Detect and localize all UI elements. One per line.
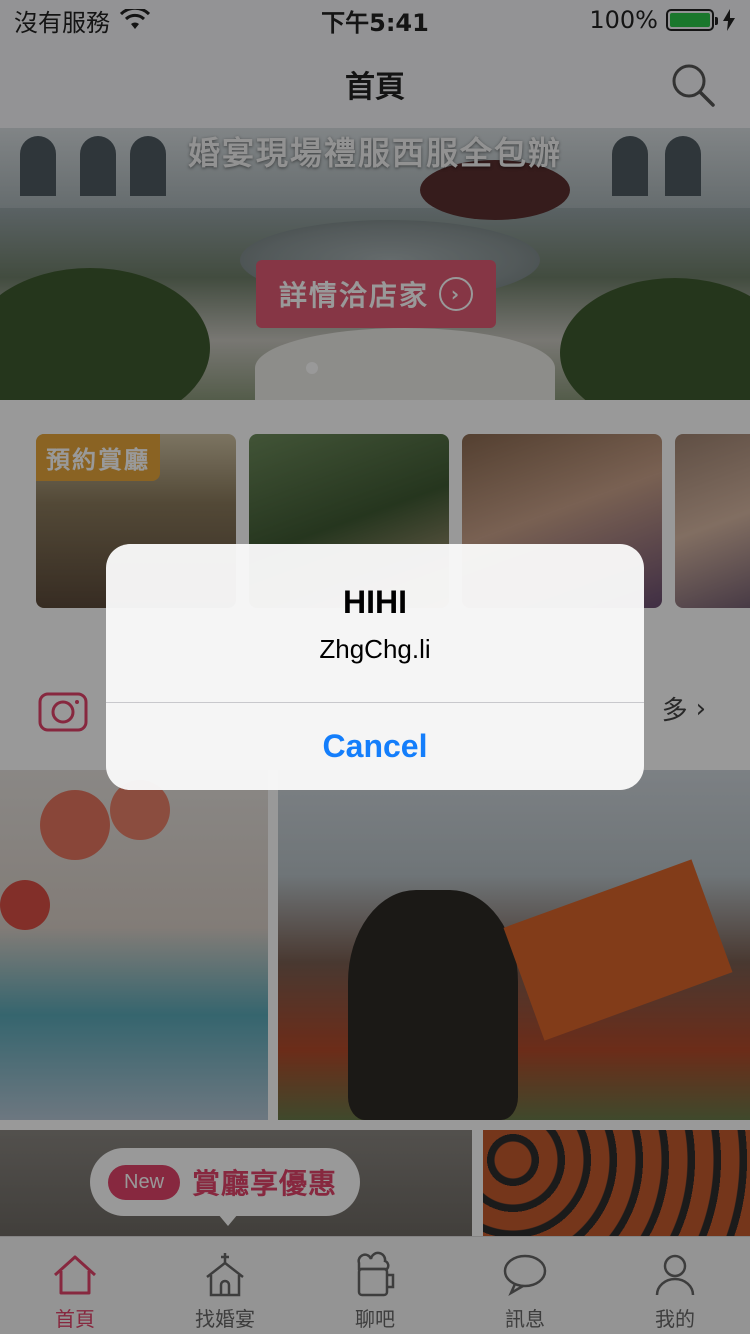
cancel-button[interactable]: Cancel	[106, 703, 644, 790]
alert-message: ZhgChg.li	[319, 634, 431, 664]
alert-title: HIHI	[343, 584, 407, 620]
alert-dialog: HIHI ZhgChg.li Cancel	[106, 544, 644, 790]
